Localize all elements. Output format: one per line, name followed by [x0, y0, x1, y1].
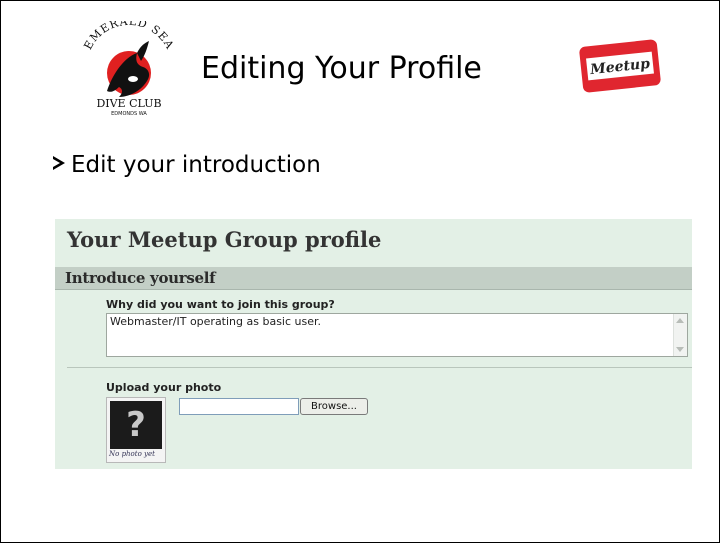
- introduction-text: Webmaster/IT operating as basic user.: [110, 315, 322, 328]
- slide: EMERALD SEA DIVE CLUB EDMONDS WA Editing…: [0, 0, 720, 543]
- meetup-profile-screenshot: Your Meetup Group profile Introduce your…: [55, 219, 692, 469]
- upload-photo-label: Upload your photo: [106, 381, 222, 394]
- club-logo-name: DIVE CLUB: [96, 97, 161, 110]
- club-logo-location: EDMONDS WA: [111, 111, 147, 117]
- profile-heading: Your Meetup Group profile: [67, 227, 382, 252]
- profile-photo-placeholder: ? No photo yet: [106, 397, 166, 463]
- photo-file-input[interactable]: [179, 398, 299, 415]
- bullet-item: Edit your introduction: [51, 152, 321, 178]
- no-photo-image: ?: [110, 401, 162, 449]
- browse-button[interactable]: Browse...: [300, 398, 368, 415]
- dive-club-logo: EMERALD SEA DIVE CLUB EDMONDS WA: [81, 21, 176, 117]
- section-title: Introduce yourself: [65, 269, 216, 287]
- svg-text:EMERALD SEA: EMERALD SEA: [81, 21, 176, 52]
- slide-title: Editing Your Profile: [201, 51, 482, 86]
- introduction-textarea[interactable]: Webmaster/IT operating as basic user.: [106, 313, 688, 357]
- photo-caption: No photo yet: [109, 450, 155, 458]
- scroll-up-icon[interactable]: [676, 318, 684, 323]
- section-header: Introduce yourself: [55, 267, 692, 290]
- question-mark-icon: ?: [126, 405, 146, 445]
- scroll-down-icon[interactable]: [676, 347, 684, 352]
- arrow-bullet-icon: [51, 152, 69, 178]
- divider: [67, 367, 692, 368]
- bullet-text: Edit your introduction: [71, 152, 321, 178]
- meetup-logo: Meetup: [579, 39, 661, 93]
- textarea-scrollbar[interactable]: [673, 314, 687, 356]
- question-label: Why did you want to join this group?: [106, 298, 335, 311]
